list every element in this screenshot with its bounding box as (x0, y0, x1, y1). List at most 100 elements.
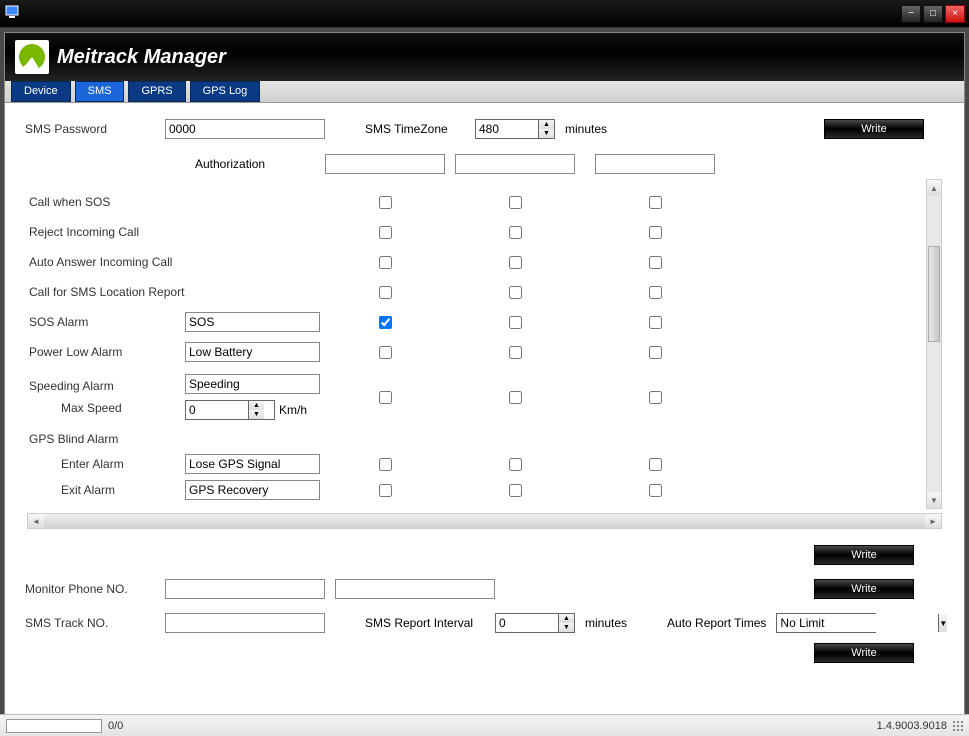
interval-down-icon[interactable]: ▼ (559, 623, 574, 632)
enter-alarm-label: Enter Alarm (25, 457, 185, 471)
row-reject-chk3[interactable] (649, 226, 662, 239)
row-autoanswer-label: Auto Answer Incoming Call (25, 255, 185, 269)
tab-gprs[interactable]: GPRS (128, 81, 185, 102)
sms-report-interval-spinner[interactable]: ▲▼ (495, 613, 575, 633)
vertical-scrollbar[interactable]: ▲ ▼ (926, 179, 942, 509)
sms-report-interval-label: SMS Report Interval (365, 616, 485, 630)
row-call-sos-chk2[interactable] (509, 196, 522, 209)
progress-bar (6, 719, 102, 733)
sms-report-interval-value[interactable] (496, 614, 558, 632)
row-callsmsloc-label: Call for SMS Location Report (25, 285, 185, 299)
exit-alarm-chk1[interactable] (379, 484, 392, 497)
row-sos-alarm-chk1[interactable] (379, 316, 392, 329)
authorization-input-3[interactable] (595, 154, 715, 174)
gps-blind-label: GPS Blind Alarm (25, 432, 185, 446)
row-sos-alarm-chk3[interactable] (649, 316, 662, 329)
interval-unit: minutes (585, 616, 627, 630)
maxspeed-down-icon[interactable]: ▼ (249, 410, 264, 419)
row-sos-alarm-chk2[interactable] (509, 316, 522, 329)
row-call-sos-chk3[interactable] (649, 196, 662, 209)
write-button-track[interactable]: Write (814, 643, 914, 663)
row-powerlow-chk1[interactable] (379, 346, 392, 359)
progress-text: 0/0 (108, 720, 123, 732)
authorization-input-2[interactable] (455, 154, 575, 174)
interval-up-icon[interactable]: ▲ (559, 614, 574, 623)
row-powerlow-chk2[interactable] (509, 346, 522, 359)
minimize-button[interactable]: − (901, 5, 921, 23)
close-button[interactable]: × (945, 5, 965, 23)
checkbox-grid: Call when SOS Reject Incoming Call Auto … (25, 179, 944, 503)
max-speed-value[interactable] (186, 401, 248, 419)
scroll-thumb[interactable] (928, 246, 940, 342)
resize-grip-icon[interactable] (953, 721, 963, 731)
monitor-phone-label: Monitor Phone NO. (25, 582, 155, 596)
max-speed-label: Max Speed (25, 401, 185, 415)
speeding-alarm-input[interactable] (185, 374, 320, 394)
version-text: 1.4.9003.9018 (877, 720, 947, 732)
row-callsmsloc-chk3[interactable] (649, 286, 662, 299)
tz-up-icon[interactable]: ▲ (539, 120, 554, 129)
auto-report-times-select[interactable]: ▼ (776, 613, 876, 633)
horizontal-scrollbar[interactable]: ◄ ► (27, 513, 942, 529)
scroll-down-icon[interactable]: ▼ (927, 492, 941, 508)
tab-bar: Device SMS GPRS GPS Log (5, 81, 964, 103)
enter-alarm-input[interactable] (185, 454, 320, 474)
sms-track-label: SMS Track NO. (25, 616, 155, 630)
speeding-chk1[interactable] (379, 391, 392, 404)
content-pane: SMS Password SMS TimeZone ▲▼ minutes Wri… (5, 103, 964, 727)
sms-password-label: SMS Password (25, 122, 165, 136)
scroll-up-icon[interactable]: ▲ (927, 180, 941, 196)
maximize-button[interactable]: □ (923, 5, 943, 23)
speeding-alarm-label: Speeding Alarm (25, 379, 185, 393)
row-callsmsloc-chk1[interactable] (379, 286, 392, 299)
scroll-left-icon[interactable]: ◄ (28, 514, 44, 528)
tab-gpslog[interactable]: GPS Log (190, 81, 261, 102)
row-sos-alarm-input[interactable] (185, 312, 320, 332)
hscroll-thumb[interactable] (44, 514, 925, 528)
tab-sms[interactable]: SMS (75, 81, 125, 102)
timezone-unit: minutes (565, 122, 607, 136)
row-reject-chk1[interactable] (379, 226, 392, 239)
speeding-chk3[interactable] (649, 391, 662, 404)
sms-password-input[interactable] (165, 119, 325, 139)
sms-timezone-value[interactable] (476, 120, 538, 138)
sms-track-input[interactable] (165, 613, 325, 633)
exit-alarm-chk3[interactable] (649, 484, 662, 497)
auto-report-times-label: Auto Report Times (667, 616, 766, 630)
row-powerlow-input[interactable] (185, 342, 320, 362)
exit-alarm-label: Exit Alarm (25, 483, 185, 497)
enter-alarm-chk1[interactable] (379, 458, 392, 471)
write-button-grid[interactable]: Write (814, 545, 914, 565)
app-icon (4, 3, 22, 24)
header-band: Meitrack Manager (5, 33, 964, 81)
row-reject-chk2[interactable] (509, 226, 522, 239)
write-button-monitor[interactable]: Write (814, 579, 914, 599)
titlebar: − □ × (0, 0, 969, 28)
maxspeed-up-icon[interactable]: ▲ (249, 401, 264, 410)
authorization-input-1[interactable] (325, 154, 445, 174)
row-call-sos-chk1[interactable] (379, 196, 392, 209)
exit-alarm-input[interactable] (185, 480, 320, 500)
monitor-phone-input-2[interactable] (335, 579, 495, 599)
tab-device[interactable]: Device (11, 81, 71, 102)
row-autoanswer-chk1[interactable] (379, 256, 392, 269)
dropdown-icon[interactable]: ▼ (938, 614, 947, 632)
row-autoanswer-chk3[interactable] (649, 256, 662, 269)
row-reject-label: Reject Incoming Call (25, 225, 185, 239)
authorization-label: Authorization (185, 157, 325, 171)
sms-timezone-spinner[interactable]: ▲▼ (475, 119, 555, 139)
app-title: Meitrack Manager (57, 46, 226, 69)
scroll-right-icon[interactable]: ► (925, 514, 941, 528)
auto-report-times-value[interactable] (777, 614, 938, 632)
enter-alarm-chk2[interactable] (509, 458, 522, 471)
speeding-chk2[interactable] (509, 391, 522, 404)
enter-alarm-chk3[interactable] (649, 458, 662, 471)
write-button-top[interactable]: Write (824, 119, 924, 139)
tz-down-icon[interactable]: ▼ (539, 129, 554, 138)
row-autoanswer-chk2[interactable] (509, 256, 522, 269)
max-speed-spinner[interactable]: ▲▼ (185, 400, 275, 420)
row-powerlow-chk3[interactable] (649, 346, 662, 359)
exit-alarm-chk2[interactable] (509, 484, 522, 497)
row-callsmsloc-chk2[interactable] (509, 286, 522, 299)
monitor-phone-input-1[interactable] (165, 579, 325, 599)
